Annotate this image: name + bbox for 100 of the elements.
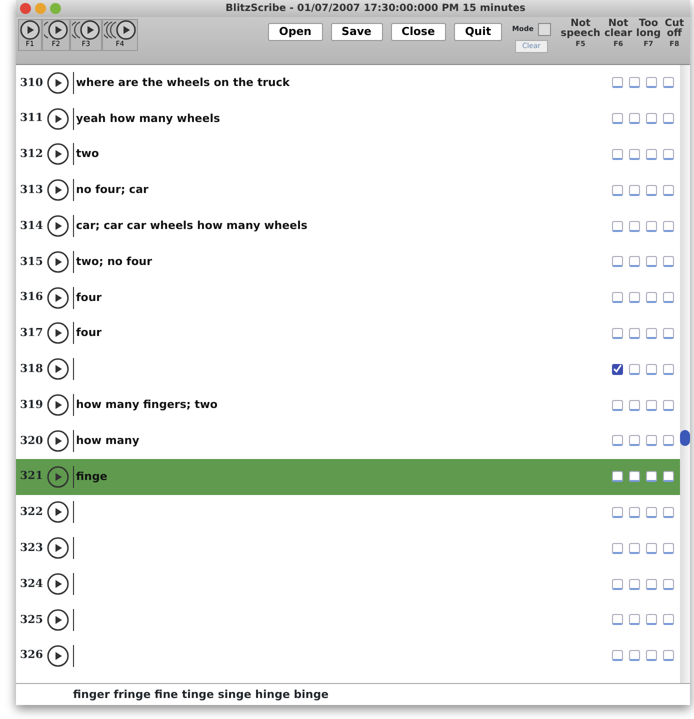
checkbox[interactable] bbox=[612, 364, 623, 375]
checkbox[interactable] bbox=[663, 578, 674, 590]
scroll-thumb[interactable] bbox=[680, 430, 690, 446]
transcript-row[interactable]: 317 four bbox=[16, 316, 680, 352]
checkbox[interactable] bbox=[663, 148, 674, 160]
checkbox[interactable] bbox=[629, 220, 640, 232]
checkbox[interactable] bbox=[612, 113, 623, 124]
transcript-row[interactable]: 326 bbox=[16, 638, 680, 674]
checkbox[interactable] bbox=[646, 77, 657, 88]
checkbox[interactable] bbox=[646, 435, 657, 446]
checkbox[interactable] bbox=[663, 400, 674, 411]
transcript-row[interactable]: 323 bbox=[16, 530, 680, 566]
play-icon[interactable] bbox=[47, 143, 69, 166]
toolbar-button[interactable]: Save bbox=[330, 23, 383, 41]
checkbox[interactable] bbox=[663, 77, 674, 88]
checkbox[interactable] bbox=[663, 435, 674, 446]
toolbar-button[interactable]: Close bbox=[390, 23, 446, 41]
minimize-icon[interactable] bbox=[35, 3, 46, 14]
checkbox[interactable] bbox=[612, 400, 623, 411]
play-icon[interactable] bbox=[47, 430, 69, 452]
checkbox[interactable] bbox=[646, 364, 657, 375]
checkbox[interactable] bbox=[612, 506, 623, 518]
checkbox[interactable] bbox=[629, 148, 640, 160]
checkbox[interactable] bbox=[629, 506, 640, 518]
checkbox[interactable] bbox=[612, 542, 623, 554]
checkbox[interactable] bbox=[663, 364, 674, 375]
checkbox[interactable] bbox=[612, 578, 623, 590]
toolbar-button[interactable]: Open bbox=[268, 23, 323, 41]
checkbox[interactable] bbox=[629, 256, 640, 268]
checkbox[interactable] bbox=[612, 148, 623, 160]
checkbox[interactable] bbox=[629, 328, 640, 339]
transcript-row[interactable]: 312 two bbox=[16, 136, 680, 172]
transcript-row[interactable]: 318 bbox=[16, 351, 680, 388]
checkbox[interactable] bbox=[629, 292, 640, 304]
checkbox[interactable] bbox=[663, 328, 674, 339]
checkbox[interactable] bbox=[646, 113, 657, 124]
checkbox[interactable] bbox=[612, 256, 623, 268]
play-icon[interactable] bbox=[47, 573, 69, 596]
checkbox[interactable] bbox=[663, 614, 674, 626]
transcript-row[interactable]: 311 yeah how many wheels bbox=[16, 100, 680, 137]
checkbox[interactable] bbox=[663, 292, 674, 304]
mode-checkbox[interactable] bbox=[538, 23, 551, 36]
play-icon[interactable] bbox=[47, 72, 69, 94]
checkbox[interactable] bbox=[646, 292, 657, 304]
transcript-row[interactable]: 324 bbox=[16, 566, 680, 602]
checkbox[interactable] bbox=[663, 113, 674, 124]
play-icon[interactable] bbox=[47, 286, 69, 309]
transcript-row[interactable]: 325 bbox=[16, 602, 680, 638]
checkbox[interactable] bbox=[612, 471, 623, 482]
checkbox[interactable] bbox=[646, 148, 657, 160]
checkbox[interactable] bbox=[646, 614, 657, 626]
transcript-row[interactable]: 316 four bbox=[16, 280, 680, 316]
checkbox[interactable] bbox=[612, 220, 623, 232]
checkbox[interactable] bbox=[629, 435, 640, 446]
play-icon[interactable] bbox=[47, 322, 69, 344]
checkbox[interactable] bbox=[629, 77, 640, 88]
checkbox[interactable] bbox=[663, 542, 674, 554]
checkbox[interactable] bbox=[663, 256, 674, 268]
checkbox[interactable] bbox=[663, 220, 674, 232]
zoom-icon[interactable] bbox=[50, 3, 61, 14]
checkbox[interactable] bbox=[646, 184, 657, 196]
transcript-row[interactable]: 320 how many bbox=[16, 422, 680, 459]
checkbox[interactable] bbox=[629, 614, 640, 626]
checkbox[interactable] bbox=[629, 364, 640, 375]
play-icon[interactable] bbox=[47, 537, 69, 560]
play-icon[interactable] bbox=[47, 608, 69, 631]
close-icon[interactable] bbox=[20, 3, 31, 14]
transcript-row[interactable]: 322 bbox=[16, 494, 680, 530]
transcript-row[interactable]: 321 finge bbox=[16, 458, 680, 495]
checkbox[interactable] bbox=[612, 650, 623, 662]
checkbox[interactable] bbox=[612, 77, 623, 88]
checkbox[interactable] bbox=[646, 650, 657, 662]
transcript-row[interactable]: 314 car; car car wheels how many wheels bbox=[16, 208, 680, 244]
checkbox[interactable] bbox=[646, 400, 657, 411]
checkbox[interactable] bbox=[612, 435, 623, 446]
checkbox[interactable] bbox=[629, 578, 640, 590]
play-icon[interactable] bbox=[47, 394, 69, 416]
checkbox[interactable] bbox=[663, 471, 674, 482]
checkbox[interactable] bbox=[646, 542, 657, 554]
checkbox[interactable] bbox=[663, 506, 674, 518]
checkbox[interactable] bbox=[629, 400, 640, 411]
checkbox[interactable] bbox=[612, 184, 623, 196]
checkbox[interactable] bbox=[629, 113, 640, 124]
checkbox[interactable] bbox=[646, 506, 657, 518]
play-icon[interactable] bbox=[47, 250, 69, 273]
scrollbar[interactable] bbox=[680, 65, 690, 683]
checkbox[interactable] bbox=[663, 650, 674, 662]
checkbox[interactable] bbox=[646, 471, 657, 482]
checkbox[interactable] bbox=[646, 578, 657, 590]
transcript-row[interactable]: 313 no four; car bbox=[16, 172, 680, 208]
play-icon[interactable] bbox=[47, 108, 69, 130]
checkbox[interactable] bbox=[646, 328, 657, 339]
transcript-row[interactable]: 310 where are the wheels on the truck bbox=[16, 65, 680, 101]
checkbox[interactable] bbox=[629, 184, 640, 196]
transcript-row[interactable]: 319 how many fingers; two bbox=[16, 387, 680, 423]
checkbox[interactable] bbox=[612, 614, 623, 626]
checkbox[interactable] bbox=[629, 542, 640, 554]
transcript-row[interactable]: 315 two; no four bbox=[16, 244, 680, 280]
checkbox[interactable] bbox=[646, 256, 657, 268]
checkbox[interactable] bbox=[612, 292, 623, 304]
